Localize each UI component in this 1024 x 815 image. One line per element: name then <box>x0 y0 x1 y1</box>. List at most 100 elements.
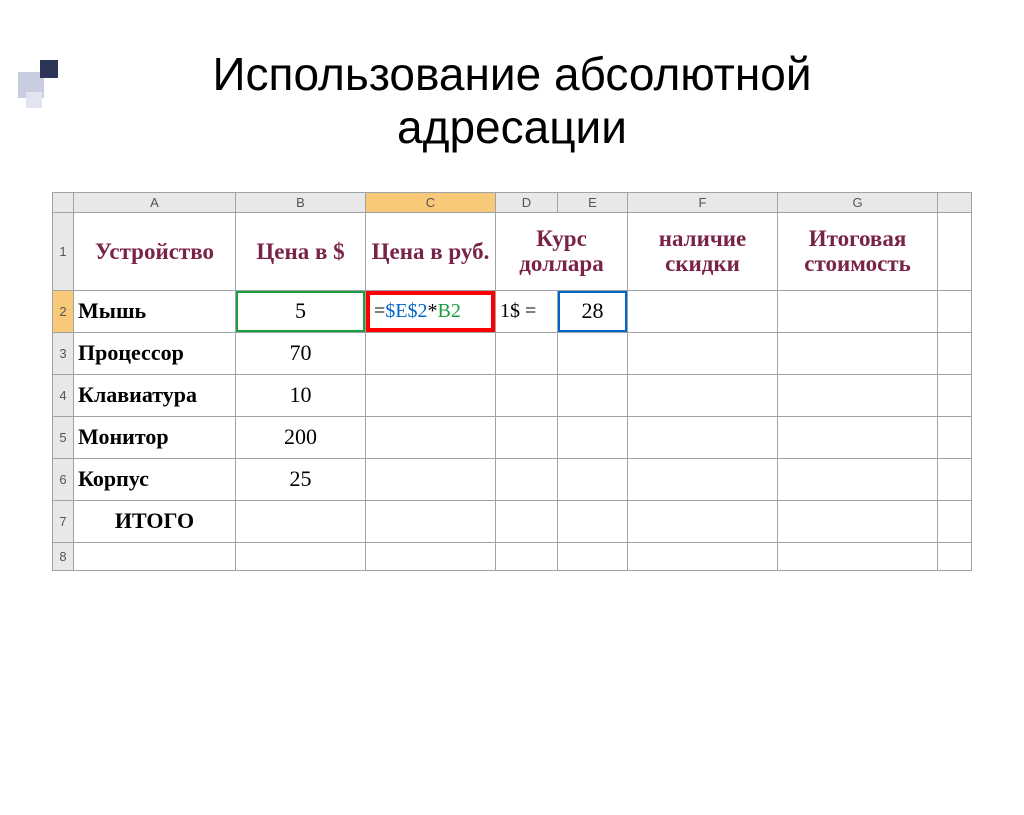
cell-rate-label[interactable]: 1$ = <box>496 291 558 333</box>
price-value: 5 <box>295 298 306 324</box>
sheet-main: A B C D E F G Устройство Цена в $ Цена в… <box>74 193 972 571</box>
col-header-d[interactable]: D <box>496 193 558 213</box>
formula-editor[interactable]: =$E$2*B2 <box>366 291 495 332</box>
cell-blank[interactable] <box>558 459 628 501</box>
cell-blank[interactable] <box>778 417 938 459</box>
cell-blank[interactable] <box>496 543 558 571</box>
cell-blank[interactable] <box>778 291 938 333</box>
cell-blank[interactable] <box>558 543 628 571</box>
formula-eq: = <box>374 300 385 323</box>
cell-blank[interactable] <box>628 333 778 375</box>
col-header-tail <box>938 193 972 213</box>
table-row <box>74 543 972 571</box>
cell-price-usd[interactable]: 5 <box>236 291 366 333</box>
header-price-usd[interactable]: Цена в $ <box>236 213 366 291</box>
cell-blank[interactable] <box>938 333 972 375</box>
cell-price-usd[interactable]: 25 <box>236 459 366 501</box>
cell-blank[interactable] <box>366 459 496 501</box>
column-headers: A B C D E F G <box>74 193 972 213</box>
spreadsheet: 1 2 3 4 5 6 7 8 A B C D E F G Устройство… <box>52 192 972 571</box>
cell-blank[interactable] <box>938 375 972 417</box>
col-header-e[interactable]: E <box>558 193 628 213</box>
table-row: Устройство Цена в $ Цена в руб. Курс дол… <box>74 213 972 291</box>
cell-device[interactable]: Клавиатура <box>74 375 236 417</box>
header-total[interactable]: Итоговая стоимость <box>778 213 938 291</box>
cell-blank[interactable] <box>366 333 496 375</box>
row-header-3[interactable]: 3 <box>53 333 74 375</box>
select-all-corner[interactable] <box>53 193 74 213</box>
cell-blank[interactable] <box>938 543 972 571</box>
cell-blank[interactable] <box>778 459 938 501</box>
table-row: ИТОГО <box>74 501 972 543</box>
table-row: Клавиатура 10 <box>74 375 972 417</box>
cell-blank[interactable] <box>628 501 778 543</box>
cell-blank[interactable] <box>236 543 366 571</box>
formula-star: * <box>428 300 438 323</box>
cell-blank[interactable] <box>628 417 778 459</box>
cell-price-usd[interactable]: 70 <box>236 333 366 375</box>
formula-rel-ref: B2 <box>438 300 461 323</box>
header-price-rub[interactable]: Цена в руб. <box>366 213 496 291</box>
table-row: Процессор 70 <box>74 333 972 375</box>
table-row: Корпус 25 <box>74 459 972 501</box>
cell-total-label[interactable]: ИТОГО <box>74 501 236 543</box>
header-device[interactable]: Устройство <box>74 213 236 291</box>
col-header-g[interactable]: G <box>778 193 938 213</box>
col-header-c[interactable]: C <box>366 193 496 213</box>
cell-blank[interactable] <box>366 501 496 543</box>
cell-blank[interactable] <box>778 375 938 417</box>
col-header-f[interactable]: F <box>628 193 778 213</box>
row-header-1[interactable]: 1 <box>53 213 74 291</box>
cell-blank[interactable] <box>628 375 778 417</box>
cell-blank[interactable] <box>628 543 778 571</box>
cell-device[interactable]: Мышь <box>74 291 236 333</box>
cell-blank[interactable] <box>938 417 972 459</box>
title-line-1: Использование абсолютной <box>212 48 811 100</box>
cell-blank[interactable] <box>496 459 558 501</box>
cell-blank[interactable] <box>558 375 628 417</box>
cell-blank[interactable] <box>366 417 496 459</box>
col-header-a[interactable]: A <box>74 193 236 213</box>
row-header-4[interactable]: 4 <box>53 375 74 417</box>
title-line-2: адресации <box>397 101 627 153</box>
row-header-7[interactable]: 7 <box>53 501 74 543</box>
cell-blank[interactable] <box>938 291 972 333</box>
cell-blank[interactable] <box>558 333 628 375</box>
cell-formula[interactable]: =$E$2*B2 <box>366 291 496 333</box>
cell-blank[interactable] <box>496 501 558 543</box>
row-header-2[interactable]: 2 <box>53 291 74 333</box>
cell-blank[interactable] <box>938 459 972 501</box>
cell-blank[interactable] <box>558 501 628 543</box>
row-header-gutter: 1 2 3 4 5 6 7 8 <box>53 193 74 571</box>
cell-blank[interactable] <box>938 213 972 291</box>
cell-device[interactable]: Корпус <box>74 459 236 501</box>
row-header-8[interactable]: 8 <box>53 543 74 571</box>
cell-blank[interactable] <box>778 333 938 375</box>
cell-blank[interactable] <box>366 543 496 571</box>
cell-device[interactable]: Процессор <box>74 333 236 375</box>
row-header-6[interactable]: 6 <box>53 459 74 501</box>
formula-abs-ref: $E$2 <box>385 300 427 323</box>
cell-blank[interactable] <box>366 375 496 417</box>
cell-blank[interactable] <box>558 417 628 459</box>
cell-blank[interactable] <box>778 501 938 543</box>
cell-price-usd[interactable]: 10 <box>236 375 366 417</box>
slide-corner-decoration <box>18 60 78 108</box>
cell-blank[interactable] <box>496 417 558 459</box>
cell-blank[interactable] <box>778 543 938 571</box>
cell-blank[interactable] <box>236 501 366 543</box>
header-rate[interactable]: Курс доллара <box>496 213 628 291</box>
cell-blank[interactable] <box>628 291 778 333</box>
cell-price-usd[interactable]: 200 <box>236 417 366 459</box>
col-header-b[interactable]: B <box>236 193 366 213</box>
cell-blank[interactable] <box>74 543 236 571</box>
table-row: Монитор 200 <box>74 417 972 459</box>
cell-blank[interactable] <box>628 459 778 501</box>
cell-blank[interactable] <box>496 333 558 375</box>
cell-blank[interactable] <box>496 375 558 417</box>
row-header-5[interactable]: 5 <box>53 417 74 459</box>
cell-rate-value[interactable]: 28 <box>558 291 628 333</box>
cell-blank[interactable] <box>938 501 972 543</box>
header-discount[interactable]: наличие скидки <box>628 213 778 291</box>
cell-device[interactable]: Монитор <box>74 417 236 459</box>
